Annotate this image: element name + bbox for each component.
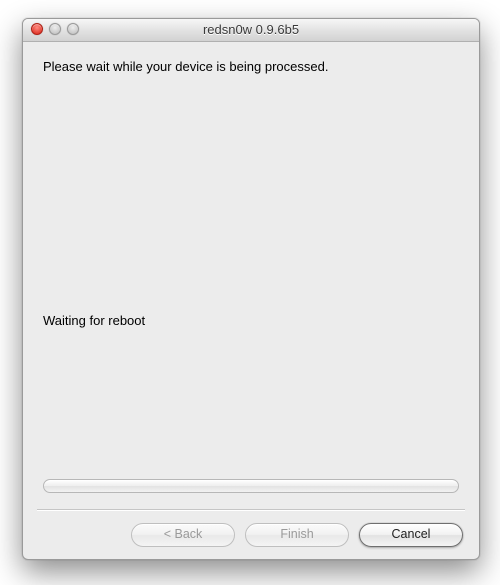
finish-button: Finish <box>245 523 349 547</box>
instruction-text: Please wait while your device is being p… <box>43 59 459 74</box>
viewport: redsn0w 0.9.6b5 Please wait while your d… <box>0 0 500 585</box>
window-title: redsn0w 0.9.6b5 <box>23 19 479 41</box>
footer: < Back Finish Cancel <box>23 511 479 559</box>
zoom-icon[interactable] <box>67 23 79 35</box>
cancel-button[interactable]: Cancel <box>359 523 463 547</box>
progress-bar-container <box>43 479 459 493</box>
progress-bar <box>43 479 459 493</box>
app-window: redsn0w 0.9.6b5 Please wait while your d… <box>22 18 480 560</box>
content-area: Please wait while your device is being p… <box>23 41 479 505</box>
minimize-icon[interactable] <box>49 23 61 35</box>
status-text: Waiting for reboot <box>43 313 145 328</box>
back-button: < Back <box>131 523 235 547</box>
titlebar[interactable]: redsn0w 0.9.6b5 <box>23 19 479 42</box>
window-controls <box>31 23 79 35</box>
close-icon[interactable] <box>31 23 43 35</box>
